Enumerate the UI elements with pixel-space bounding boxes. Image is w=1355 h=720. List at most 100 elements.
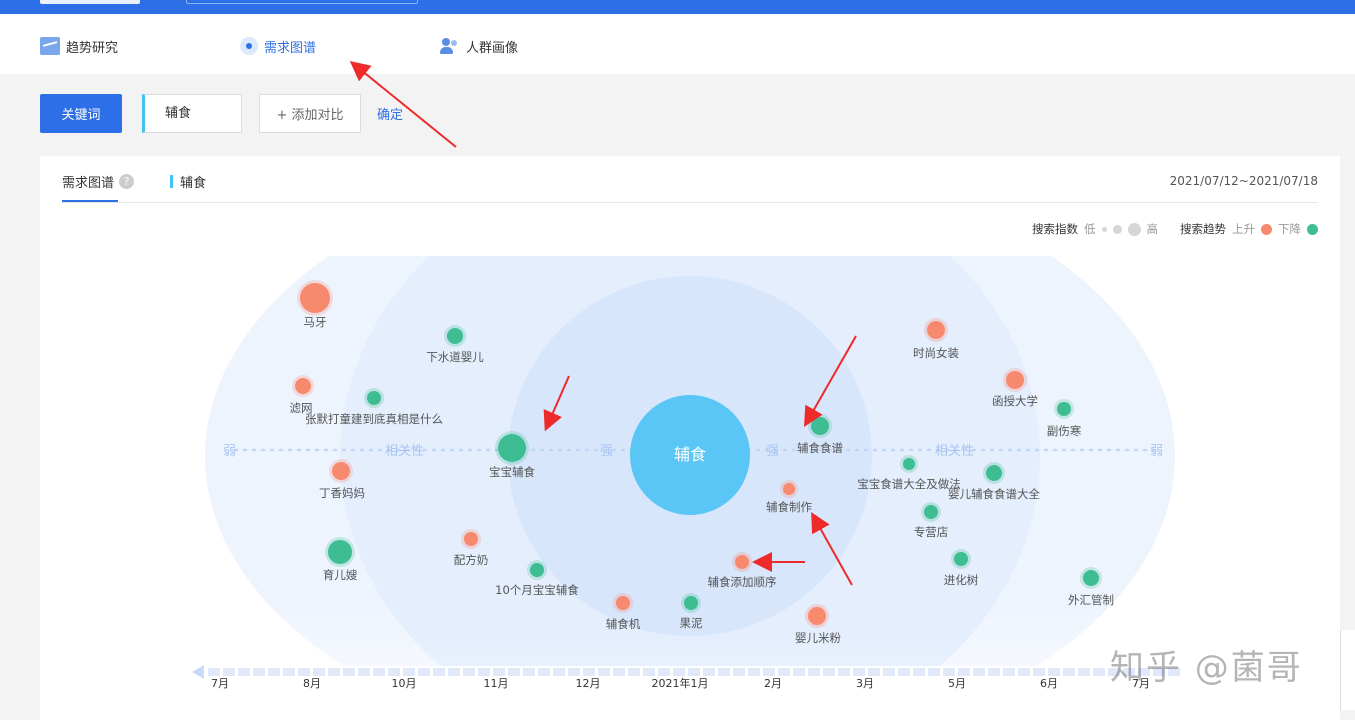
timeline-segment[interactable]	[463, 668, 475, 676]
timeline-segment[interactable]	[208, 668, 220, 676]
timeline-segment[interactable]	[268, 668, 280, 676]
keyword-bubble[interactable]	[1057, 402, 1071, 416]
timeline-segment[interactable]	[658, 668, 670, 676]
keyword-bubble[interactable]	[1083, 570, 1099, 586]
keyword-bubble[interactable]	[300, 283, 330, 313]
timeline-segment[interactable]	[793, 668, 805, 676]
timeline-segment[interactable]	[433, 668, 445, 676]
timeline-segment[interactable]	[853, 668, 865, 676]
timeline-segment[interactable]	[298, 668, 310, 676]
timeline-segment[interactable]	[508, 668, 520, 676]
keyword-bubble[interactable]	[498, 434, 526, 462]
timeline-segment[interactable]	[823, 668, 835, 676]
timeline-segment[interactable]	[778, 668, 790, 676]
timeline-segment[interactable]	[328, 668, 340, 676]
keyword-bubble[interactable]	[903, 458, 915, 470]
timeline-segment[interactable]	[478, 668, 490, 676]
timeline-segment[interactable]	[718, 668, 730, 676]
keyword-bubble[interactable]	[924, 505, 938, 519]
timeline-segment[interactable]	[943, 668, 955, 676]
timeline-segment[interactable]	[598, 668, 610, 676]
timeline-segment[interactable]	[958, 668, 970, 676]
nav-trend-research[interactable]: 趋势研究	[40, 36, 118, 56]
timeline-segment[interactable]	[283, 668, 295, 676]
timeline-segment[interactable]	[223, 668, 235, 676]
timeline-segment[interactable]	[838, 668, 850, 676]
timeline-segment[interactable]	[1018, 668, 1030, 676]
zhihu-watermark: 知乎 @菌哥	[1110, 648, 1303, 688]
keyword-input[interactable]: 辅食	[142, 94, 242, 133]
timeline-segment[interactable]	[928, 668, 940, 676]
timeline-segment[interactable]	[688, 668, 700, 676]
timeline-segment[interactable]	[493, 668, 505, 676]
nav-demand-map-label: 需求图谱	[264, 40, 317, 56]
sub-navigation: 趋势研究 需求图谱 人群画像	[0, 14, 1355, 74]
timeline-label: 10月	[392, 677, 417, 690]
timeline-segment[interactable]	[538, 668, 550, 676]
keyword-bubble[interactable]	[295, 378, 311, 394]
keyword-bubble[interactable]	[530, 563, 544, 577]
keyword-bubble[interactable]	[811, 417, 829, 435]
timeline-segment[interactable]	[343, 668, 355, 676]
timeline-segment[interactable]	[568, 668, 580, 676]
timeline-segment[interactable]	[1048, 668, 1060, 676]
keyword-bubble[interactable]	[332, 462, 350, 480]
timeline-segment[interactable]	[403, 668, 415, 676]
timeline-segment[interactable]	[733, 668, 745, 676]
timeline-segment[interactable]	[868, 668, 880, 676]
timeline-segment[interactable]	[883, 668, 895, 676]
timeline-segment[interactable]	[238, 668, 250, 676]
timeline-segment[interactable]	[583, 668, 595, 676]
timeline-segment[interactable]	[898, 668, 910, 676]
timeline-segment[interactable]	[553, 668, 565, 676]
timeline-segment[interactable]	[613, 668, 625, 676]
keyword-bubble[interactable]	[783, 483, 795, 495]
timeline-segment[interactable]	[808, 668, 820, 676]
nav-demand-map[interactable]: 需求图谱	[240, 36, 316, 56]
timeline-segment[interactable]	[748, 668, 760, 676]
timeline-segment[interactable]	[1003, 668, 1015, 676]
side-toolbar[interactable]	[1340, 630, 1355, 710]
timeline-segment[interactable]	[313, 668, 325, 676]
timeline-segment[interactable]	[973, 668, 985, 676]
timeline-segment[interactable]	[388, 668, 400, 676]
timeline-segment[interactable]	[418, 668, 430, 676]
timeline-segment[interactable]	[253, 668, 265, 676]
keyword-bubble[interactable]	[1006, 371, 1024, 389]
timeline-segment[interactable]	[673, 668, 685, 676]
timeline-segment[interactable]	[763, 668, 775, 676]
timeline-segment[interactable]	[1063, 668, 1075, 676]
keyword-bubble[interactable]	[684, 596, 698, 610]
keyword-bubble[interactable]	[808, 607, 826, 625]
keyword-bubble[interactable]	[986, 465, 1002, 481]
timeline-segment[interactable]	[643, 668, 655, 676]
timeline-segment[interactable]	[1093, 668, 1105, 676]
confirm-link[interactable]: 确定	[377, 104, 403, 123]
timeline-segment[interactable]	[913, 668, 925, 676]
timeline-segment[interactable]	[1033, 668, 1045, 676]
add-compare-button[interactable]: + 添加对比	[259, 94, 361, 133]
header-search-input[interactable]	[186, 0, 418, 4]
keyword-bubble[interactable]	[464, 532, 478, 546]
site-logo[interactable]	[40, 0, 140, 4]
timeline-segment[interactable]	[358, 668, 370, 676]
keyword-bubble[interactable]	[735, 555, 749, 569]
timeline-segment[interactable]	[703, 668, 715, 676]
timeline-segment[interactable]	[628, 668, 640, 676]
timeline-left-handle[interactable]	[192, 665, 204, 679]
keyword-bubble[interactable]	[328, 540, 352, 564]
timeline-segment[interactable]	[373, 668, 385, 676]
keyword-label: 婴儿辅食食谱大全	[948, 487, 1040, 501]
keyword-bubble[interactable]	[927, 321, 945, 339]
timeline-segment[interactable]	[448, 668, 460, 676]
timeline-segment[interactable]	[988, 668, 1000, 676]
keyword-bubble[interactable]	[616, 596, 630, 610]
keyword-bubble[interactable]	[367, 391, 381, 405]
timeline-segment[interactable]	[523, 668, 535, 676]
timeline-segment[interactable]	[1078, 668, 1090, 676]
keyword-bubble[interactable]	[447, 328, 463, 344]
keyword-bubble[interactable]	[954, 552, 968, 566]
keyword-button[interactable]: 关键词	[40, 94, 122, 133]
relevance-axis-label: 弱	[223, 444, 236, 459]
nav-audience-profile[interactable]: 人群画像	[440, 36, 518, 56]
